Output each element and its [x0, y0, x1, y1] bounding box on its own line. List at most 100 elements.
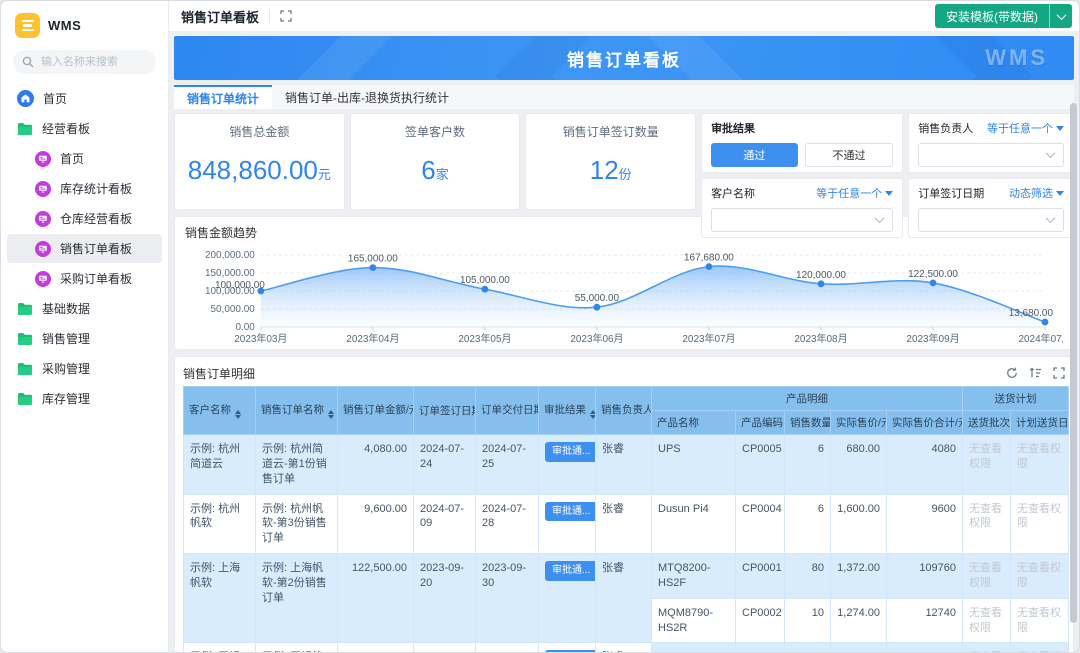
svg-text:122,500.00: 122,500.00: [908, 269, 958, 280]
sub-header-产品名称: 产品名称: [651, 410, 736, 435]
sidebar: WMS 首页经营看板首页库存统计看板仓库经营看板销售订单看板采购订单看板基础数据…: [1, 1, 169, 652]
cell-sales-person: 张睿: [595, 553, 652, 644]
col-header-销售订单金额/元[interactable]: 销售订单金额/元: [337, 386, 414, 435]
cell-sign-date: 2023-08-04: [413, 642, 476, 652]
folder-icon: [17, 392, 33, 406]
svg-text:105,000.00: 105,000.00: [460, 275, 510, 286]
vertical-scrollbar[interactable]: [1070, 103, 1077, 623]
group-header-delivery: 送货计划: [962, 386, 1070, 411]
fullscreen-icon[interactable]: [280, 10, 292, 22]
sidebar-item-销售管理[interactable]: 销售管理: [7, 324, 162, 353]
sub-header-销售数量: 销售数量: [784, 410, 831, 435]
cell-approval: 审批通...: [538, 434, 596, 495]
col-header-订单交付日期[interactable]: 订单交付日期: [475, 386, 539, 435]
cell-product-code: CP0002: [735, 597, 785, 644]
cell-product-name: UPS: [651, 434, 736, 495]
sidebar-item-label: 首页: [60, 152, 85, 166]
sales-order-table: 客户名称销售订单名称销售订单金额/元订单签订日期订单交付日期审批结果销售负责人产…: [183, 386, 1070, 652]
sidebar-item-首页[interactable]: 首页: [7, 144, 162, 173]
order-detail-card: 销售订单明细 客户名称销售订单名称销售订单金额/元订单签订日期订单交付日期审批结…: [174, 356, 1074, 652]
approval-badge: 审批通...: [545, 501, 595, 522]
approval-pass-button[interactable]: 通过: [711, 143, 798, 167]
sidebar-search[interactable]: [13, 50, 156, 74]
sidebar-item-label: 首页: [43, 92, 68, 106]
cell-order-name: 示例: 杭州帆软-第3份销售订单: [255, 493, 338, 555]
cell-order-name: 示例: 无锡简道云-第4份销售订单: [255, 642, 338, 652]
customer-select[interactable]: [711, 208, 894, 232]
banner-title: 销售订单看板: [567, 50, 681, 70]
svg-text:2023年08月: 2023年08月: [794, 332, 847, 345]
install-template-button[interactable]: 安装模板(带数据): [935, 4, 1049, 28]
svg-text:200,000.00: 200,000.00: [205, 250, 255, 261]
install-template-caret-button[interactable]: [1049, 4, 1072, 28]
app-name: WMS: [48, 18, 82, 33]
filter-column-left: 审批结果 通过 不通过 客户名称 等于任意一个: [701, 113, 904, 238]
cell-approval: 审批通...: [538, 553, 596, 644]
scrollbar-thumb[interactable]: [1070, 103, 1077, 623]
sidebar-item-采购管理[interactable]: 采购管理: [7, 354, 162, 383]
table-title: 销售订单明细: [183, 366, 256, 381]
chevron-down-icon: [1056, 9, 1066, 20]
column-sort-icon[interactable]: [1029, 367, 1042, 379]
search-input[interactable]: [39, 55, 149, 69]
dashboard-icon: [35, 210, 51, 227]
table-row[interactable]: 示例: 杭州帆软 示例: 杭州帆软-第3份销售订单 9,600.00 2024-07-…: [183, 493, 1070, 555]
svg-text:2023年06月: 2023年06月: [570, 332, 623, 345]
col-header-销售负责人[interactable]: 销售负责人: [595, 386, 652, 435]
cell-sales-person: 张睿: [595, 642, 652, 652]
sidebar-item-首页[interactable]: 首页: [7, 84, 162, 113]
sidebar-item-label: 销售管理: [42, 332, 91, 346]
filter-customer: 客户名称 等于任意一个: [701, 178, 904, 238]
sign-date-select[interactable]: [918, 208, 1064, 232]
col-header-订单签订日期[interactable]: 订单签订日期: [413, 386, 476, 435]
cell-sign-date: 2024-07-24: [413, 434, 476, 495]
cell-delivery-date: 2023-09-30: [475, 553, 539, 644]
filter-sales-person-label: 销售负责人: [918, 123, 974, 135]
cell-sales-person: 张睿: [595, 493, 652, 555]
col-header-审批结果[interactable]: 审批结果: [538, 386, 596, 435]
home-icon: [17, 90, 34, 107]
approval-fail-button[interactable]: 不通过: [804, 143, 894, 167]
tab-销售订单-出库-退换货执行统计[interactable]: 销售订单-出库-退换货执行统计: [272, 85, 462, 109]
sidebar-item-经营看板[interactable]: 经营看板: [7, 114, 162, 143]
table-row[interactable]: 示例: 上海帆软 示例: 上海帆软-第2份销售订单 122,500.00 2023-0…: [183, 553, 1070, 644]
dashboard-icon: [35, 240, 51, 257]
tab-bar: 销售订单统计 销售订单-出库-退换货执行统计: [174, 85, 1074, 109]
cell-product-code: CP0005: [735, 434, 785, 495]
sidebar-item-库存统计看板[interactable]: 库存统计看板: [7, 174, 162, 203]
table-row[interactable]: 示例: 杭州简道云 示例: 杭州简道云-第1份销售订单 4,080.00 2024-0…: [183, 434, 1070, 495]
sort-both-icon[interactable]: [590, 409, 595, 420]
banner-watermark: WMS: [985, 45, 1048, 70]
sub-header-送货批次: 送货批次: [962, 410, 1012, 435]
sidebar-item-label: 经营看板: [42, 122, 91, 136]
sub-header-实际售价/元: 实际售价/元: [830, 410, 887, 435]
sign-date-condition-dropdown[interactable]: 动态筛选: [1009, 185, 1064, 201]
cell-price: 1,600.00: [830, 493, 887, 555]
svg-text:2023年05月: 2023年05月: [458, 332, 511, 345]
cell-product-code: CP0004: [735, 493, 785, 555]
sort-both-icon[interactable]: [328, 409, 334, 420]
sales-person-select[interactable]: [918, 143, 1064, 167]
tab-销售订单统计[interactable]: 销售订单统计: [174, 85, 273, 109]
filter-customer-label: 客户名称: [711, 188, 756, 200]
sidebar-item-仓库经营看板[interactable]: 仓库经营看板: [7, 204, 162, 233]
customer-condition-dropdown[interactable]: 等于任意一个: [816, 185, 894, 201]
folder-icon: [17, 362, 33, 376]
sidebar-item-采购订单看板[interactable]: 采购订单看板: [7, 264, 162, 293]
filter-approval: 审批结果 通过 不通过: [701, 113, 904, 173]
sidebar-item-基础数据[interactable]: 基础数据: [7, 294, 162, 323]
sales-person-condition-dropdown[interactable]: 等于任意一个: [987, 120, 1064, 136]
cell-sign-date: 2023-09-20: [413, 553, 476, 644]
sidebar-item-销售订单看板[interactable]: 销售订单看板: [7, 234, 162, 263]
sort-both-icon[interactable]: [235, 409, 241, 420]
col-header-销售订单名称[interactable]: 销售订单名称: [255, 386, 338, 435]
sub-header-计划送货日期: 计划送货日期: [1010, 410, 1070, 435]
table-fullscreen-icon[interactable]: [1053, 367, 1065, 379]
refresh-icon[interactable]: [1006, 367, 1018, 379]
col-header-客户名称[interactable]: 客户名称: [183, 386, 256, 435]
sidebar-item-库存管理[interactable]: 库存管理: [7, 384, 162, 413]
dashboard-icon: [35, 180, 51, 197]
divider: [269, 10, 271, 22]
cell-delivery-date: 2024-07-25: [475, 434, 539, 495]
table-row[interactable]: 示例: 无锡简道云示例: 无锡简道云-第4份销售订单120,000.002023…: [183, 642, 1070, 652]
